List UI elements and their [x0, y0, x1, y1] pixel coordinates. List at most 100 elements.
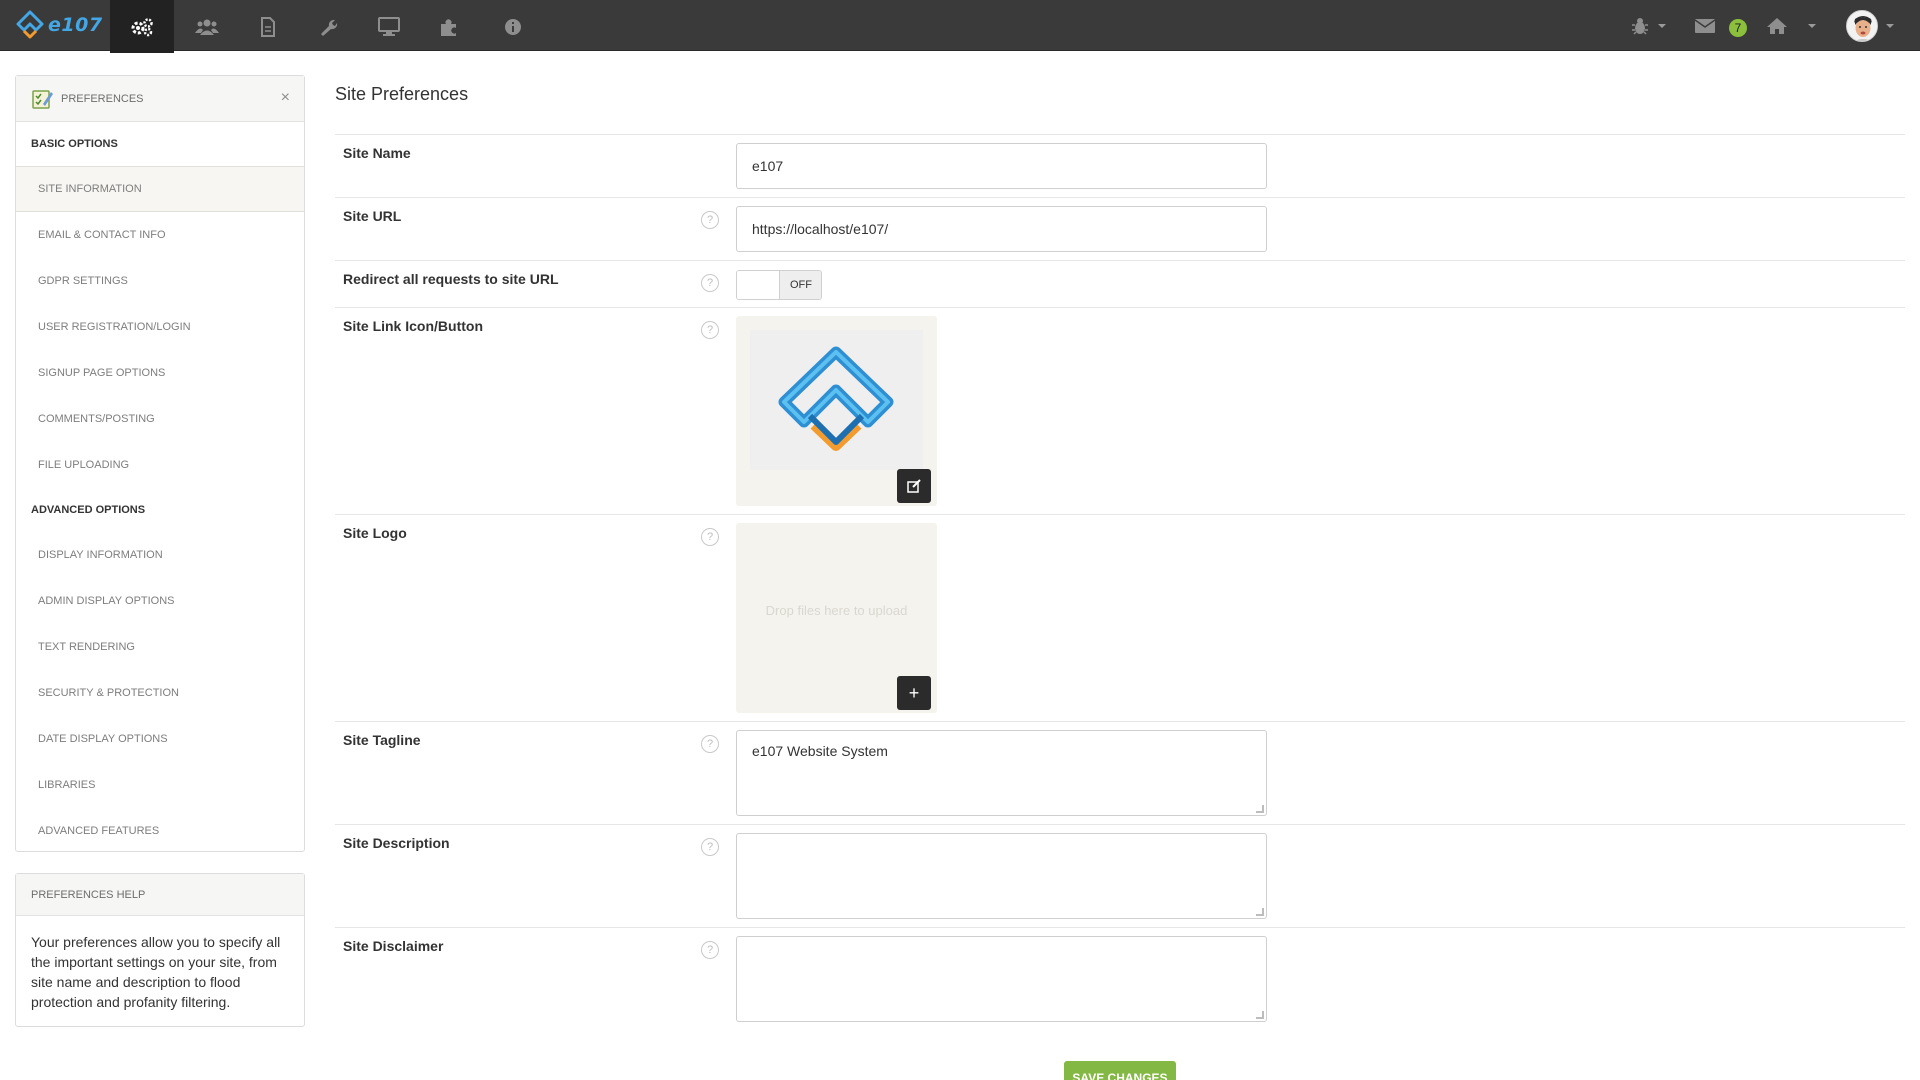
e107-logo-icon [16, 10, 44, 39]
site-logo-label: Site Logo [343, 525, 407, 541]
site-tagline-label: Site Tagline [343, 732, 421, 748]
help-icon[interactable]: ? [701, 735, 719, 753]
row-site-button: Site Link Icon/Button ? [335, 308, 1905, 515]
site-button-label: Site Link Icon/Button [343, 318, 483, 334]
help-icon[interactable]: ? [701, 838, 719, 856]
row-site-description: Site Description ? [335, 825, 1905, 928]
home-icon [1767, 17, 1787, 34]
site-logo-dropzone[interactable]: Drop files here to upload + [736, 523, 937, 713]
dropzone-hint: Drop files here to upload [765, 603, 908, 618]
site-tagline-textarea[interactable]: e107 Website System [736, 730, 1267, 816]
user-menu[interactable] [1846, 0, 1894, 51]
wrench-icon [321, 19, 338, 36]
preferences-menu-panel: Preferences × Basic Options Site Informa… [15, 75, 305, 852]
nav-about[interactable] [481, 0, 545, 53]
site-description-textarea[interactable] [736, 833, 1267, 919]
help-panel-text: Your preferences allow you to specify al… [31, 934, 281, 1010]
help-icon[interactable]: ? [701, 941, 719, 959]
sidebar-item-libraries[interactable]: Libraries [16, 762, 304, 808]
nav-appearance[interactable] [357, 0, 421, 53]
toggle-state-label: OFF [780, 271, 821, 299]
sidebar-item-user-registration[interactable]: User Registration/Login [16, 304, 304, 350]
help-icon[interactable]: ? [701, 321, 719, 339]
edit-icon [907, 479, 921, 493]
row-redirect: Redirect all requests to site URL ? OFF [335, 261, 1905, 308]
page-title: Site Preferences [335, 84, 469, 104]
row-site-tagline: Site Tagline ? e107 Website System [335, 722, 1905, 825]
sidebar-item-signup-options[interactable]: Signup Page Options [16, 350, 304, 396]
e107-logo-image [750, 330, 923, 470]
puzzle-icon [441, 18, 456, 36]
envelope-icon [1695, 18, 1715, 33]
brand-logo[interactable]: e107 [14, 9, 103, 41]
row-site-logo: Site Logo ? Drop files here to upload + [335, 515, 1905, 722]
site-disclaimer-textarea[interactable] [736, 936, 1267, 1022]
chevron-down-icon [1886, 23, 1894, 28]
help-panel: Preferences Help Your preferences allow … [15, 873, 305, 1027]
help-icon[interactable]: ? [701, 274, 719, 292]
preferences-menu-heading: Preferences × [16, 76, 304, 122]
brand-name: e107 [48, 14, 103, 36]
sidebar-item-file-uploading[interactable]: File Uploading [16, 442, 304, 488]
sidebar-item-email-contact[interactable]: Email & Contact Info [16, 212, 304, 258]
monitor-icon [378, 16, 400, 36]
sidebar-item-advanced-features[interactable]: Advanced Features [16, 808, 304, 854]
sidebar-item-site-information[interactable]: Site Information [16, 166, 304, 212]
avatar [1846, 9, 1878, 42]
resize-handle-icon[interactable] [1256, 805, 1264, 813]
site-disclaimer-label: Site Disclaimer [343, 938, 444, 954]
chevron-down-icon [1658, 23, 1666, 28]
resize-handle-icon[interactable] [1256, 908, 1264, 916]
home-menu[interactable] [1766, 0, 1816, 51]
nav-content[interactable] [236, 0, 300, 53]
help-panel-title: Preferences Help [16, 874, 304, 916]
debug-menu[interactable] [1630, 0, 1666, 51]
preferences-menu: Basic Options Site Information Email & C… [16, 122, 304, 854]
help-icon[interactable]: ? [701, 211, 719, 229]
sidebar-item-admin-display[interactable]: Admin Display Options [16, 578, 304, 624]
section-heading-advanced: Advanced Options [31, 504, 146, 516]
sidebar-item-security[interactable]: Security & Protection [16, 670, 304, 716]
panel-title: Preferences [61, 92, 144, 105]
site-button-image-box[interactable] [736, 316, 937, 506]
sidebar-item-gdpr[interactable]: GDPR Settings [16, 258, 304, 304]
sidebar-item-comments[interactable]: Comments/Posting [16, 396, 304, 442]
site-name-label: Site Name [343, 145, 411, 161]
edit-image-button[interactable] [897, 469, 931, 503]
site-name-input[interactable] [736, 143, 1267, 189]
user-avatar-icon [1847, 10, 1877, 41]
site-url-label: Site URL [343, 208, 402, 224]
site-button-preview [750, 330, 923, 470]
preferences-form: Site Name Site URL ? Redirect all reques… [335, 134, 1905, 1031]
cogs-icon [131, 17, 153, 36]
bug-icon [1632, 17, 1648, 35]
redirect-toggle[interactable]: OFF [736, 270, 822, 300]
save-changes-button[interactable]: Save Changes [1064, 1061, 1176, 1080]
row-site-disclaimer: Site Disclaimer ? [335, 928, 1905, 1031]
preferences-checklist-icon [32, 89, 53, 109]
section-heading-basic: Basic Options [31, 138, 118, 150]
sidebar-item-text-rendering[interactable]: Text Rendering [16, 624, 304, 670]
unread-count-badge: 7 [1729, 19, 1747, 37]
resize-handle-icon[interactable] [1256, 1011, 1264, 1019]
messages-menu[interactable]: 7 [1695, 0, 1747, 51]
nav-users[interactable] [175, 0, 239, 53]
redirect-label: Redirect all requests to site URL [343, 271, 559, 287]
help-icon[interactable]: ? [701, 528, 719, 546]
site-url-input[interactable] [736, 206, 1267, 252]
info-icon [505, 18, 521, 35]
sidebar-item-display-information[interactable]: Display Information [16, 532, 304, 578]
nav-plugins[interactable] [418, 0, 482, 53]
nav-tools[interactable] [296, 0, 360, 53]
chevron-down-icon [1808, 23, 1816, 28]
plus-icon: + [908, 683, 920, 703]
sidebar-item-date-display[interactable]: Date Display Options [16, 716, 304, 762]
users-icon [195, 19, 219, 35]
top-navbar: e107 7 [0, 0, 1920, 53]
row-site-name: Site Name [335, 135, 1905, 198]
add-image-button[interactable]: + [897, 676, 931, 710]
file-icon [261, 16, 275, 37]
close-icon[interactable]: × [281, 90, 290, 106]
nav-settings[interactable] [110, 0, 174, 53]
site-description-label: Site Description [343, 835, 450, 851]
